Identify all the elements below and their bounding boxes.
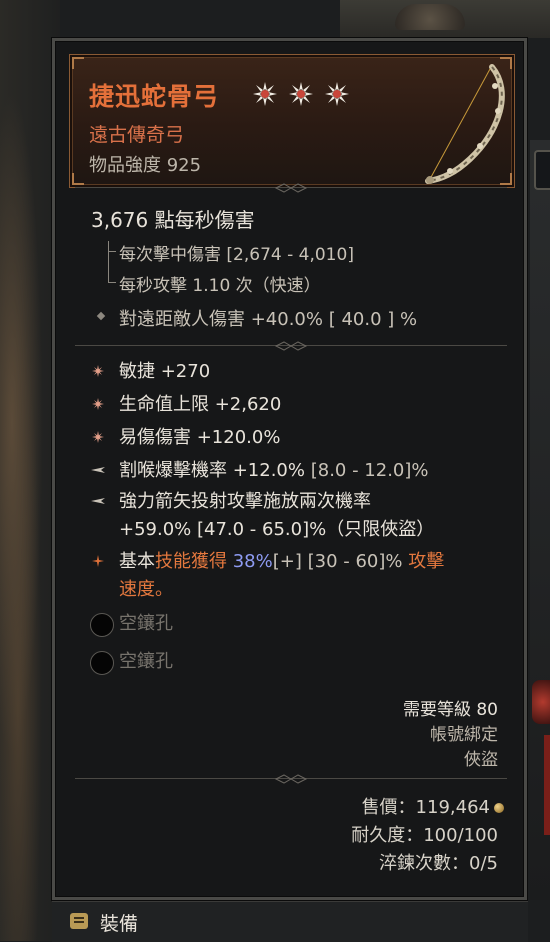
gold-coin-icon: [494, 803, 504, 813]
section-divider: [75, 341, 507, 351]
tempered-affix-icon: [91, 467, 105, 473]
socket-label: 空鑲孔: [119, 613, 173, 634]
section-divider: [75, 774, 507, 784]
affix-dexterity: 敏捷 +270: [119, 361, 211, 382]
affix-barrage-line1: 強力箭矢投射攻擊施放兩次機率: [119, 491, 371, 512]
ancestral-stars: [252, 81, 350, 107]
class-requirement: 俠盜: [464, 750, 498, 770]
affix-max-life: 生命值上限 +2,620: [119, 394, 282, 415]
bottom-action-bar: 裝備: [52, 901, 528, 942]
affix-vulnerable-damage: 易傷傷害 +120.0%: [119, 427, 281, 448]
tempered-affix-icon: [91, 498, 105, 504]
item-tooltip: 捷迅蛇骨弓 遠古傳奇弓 物品強度 925 3,676 點每秒傷害 每次擊中傷害 …: [52, 38, 527, 900]
side-slot-icon[interactable]: [534, 150, 550, 190]
implicit-bullet-icon: [96, 311, 106, 321]
side-red-bar: [544, 735, 550, 835]
socket-label: 空鑲孔: [119, 651, 173, 672]
item-name: 捷迅蛇骨弓: [89, 82, 220, 111]
item-rarity: 遠古傳奇弓: [89, 124, 185, 146]
affix-barrage-line2: +59.0% [47.0 - 65.0]%（只限俠盜）: [119, 519, 435, 540]
aspect-line1: 基本技能獲得 38%[+] [30 - 60]% 攻擊: [119, 551, 445, 572]
star-icon: [325, 82, 349, 106]
star-icon: [289, 82, 313, 106]
empty-socket-icon[interactable]: [90, 651, 114, 675]
section-divider: [75, 183, 507, 193]
bow-icon: [425, 64, 505, 184]
legendary-aspect-icon: [92, 555, 104, 567]
damage-per-hit: 每次擊中傷害 [2,674 - 4,010]: [119, 245, 354, 265]
greater-affix-icon: [92, 398, 104, 410]
implicit-affix: 對遠距敵人傷害 +40.0% [ 40.0 ] %: [119, 309, 418, 330]
empty-socket-icon[interactable]: [90, 613, 114, 637]
equip-button[interactable]: 裝備: [100, 909, 138, 936]
background-scene-left: [0, 0, 60, 941]
greater-affix-icon: [92, 365, 104, 377]
dps-value: 3,676 點每秒傷害: [91, 208, 255, 232]
required-level: 需要等級 80: [402, 700, 498, 720]
aspect-line2: 速度。: [119, 579, 173, 600]
item-power: 物品強度 925: [89, 155, 202, 176]
sell-price: 售價：119,464: [362, 793, 504, 819]
equip-key-icon[interactable]: [70, 913, 88, 929]
attack-speed: 每秒攻擊 1.10 次（快速）: [119, 276, 321, 296]
star-icon: [253, 82, 277, 106]
background-ornament: [395, 4, 465, 30]
temper-count: 淬鍊次數：0/5: [379, 853, 498, 874]
affix-lucky-hit: 割喉爆擊機率 +12.0% [8.0 - 12.0]%: [119, 460, 429, 481]
greater-affix-icon: [92, 431, 104, 443]
durability: 耐久度：100/100: [351, 825, 498, 846]
item-header: 捷迅蛇骨弓 遠古傳奇弓 物品強度 925: [69, 54, 515, 188]
side-alert-icon[interactable]: [532, 680, 550, 724]
account-bound: 帳號綁定: [430, 725, 498, 745]
